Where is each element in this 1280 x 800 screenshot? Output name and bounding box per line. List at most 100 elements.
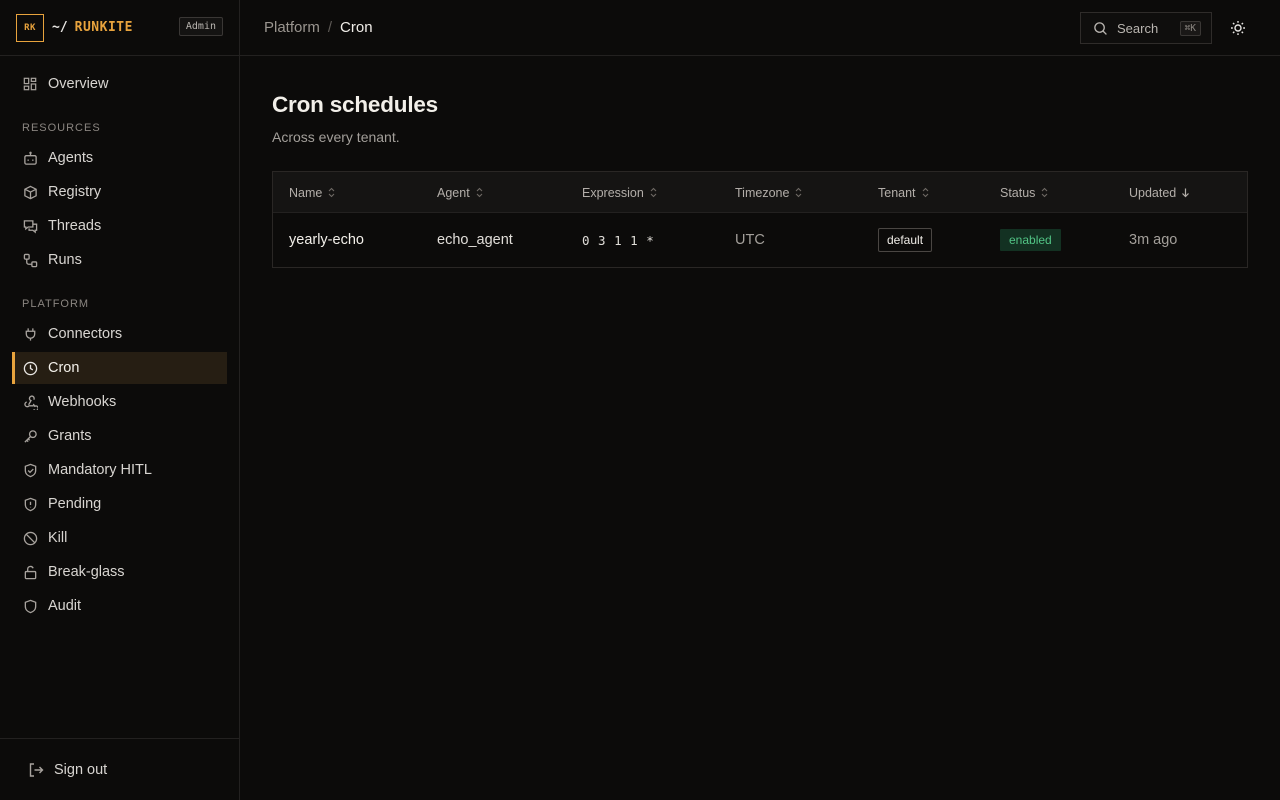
sort-icon	[921, 187, 930, 198]
cell-tenant: default	[878, 213, 933, 267]
section-label-resources: RESOURCES	[22, 122, 101, 134]
cell-updated: 3m ago	[1129, 232, 1178, 248]
sidebar-item-audit[interactable]: Audit	[12, 590, 227, 622]
page-title: Cron schedules	[272, 92, 438, 117]
sidebar-item-connectors[interactable]: Connectors	[12, 318, 227, 350]
table-row[interactable]: yearly-echo echo_agent 0 3 1 1 * UTC def…	[273, 213, 1247, 267]
sidebar-item-label: Pending	[48, 496, 102, 512]
breadcrumb-parent[interactable]: Platform	[264, 19, 320, 36]
topbar: Platform / Cron Search ⌘K	[240, 0, 1280, 56]
sort-icon	[327, 187, 336, 198]
sidebar-item-label: Overview	[48, 76, 109, 92]
sidebar-item-label: Webhooks	[48, 394, 117, 410]
sidebar-item-mandatory-hitl[interactable]: Mandatory HITL	[12, 454, 227, 486]
section-label-platform: PLATFORM	[22, 298, 90, 310]
sidebar-item-kill[interactable]: Kill	[12, 522, 227, 554]
sidebar-nav: Overview RESOURCES Agents Registry Threa…	[0, 56, 239, 622]
sun-icon	[1230, 20, 1246, 36]
webhook-icon	[22, 394, 38, 410]
clock-icon	[22, 360, 38, 376]
sort-icon	[649, 187, 658, 198]
search-icon	[1093, 20, 1109, 36]
column-header-updated[interactable]: Updated	[1129, 172, 1190, 213]
column-label: Agent	[437, 185, 470, 200]
search-shortcut: ⌘K	[1179, 20, 1201, 36]
sidebar-item-label: Agents	[48, 150, 94, 166]
sidebar-item-runs[interactable]: Runs	[12, 244, 227, 276]
column-header-status[interactable]: Status	[1000, 172, 1049, 213]
page-subtitle: Across every tenant.	[272, 129, 400, 145]
sidebar-item-webhooks[interactable]: Webhooks	[12, 386, 227, 418]
cell-timezone: UTC	[735, 232, 765, 248]
column-header-expression[interactable]: Expression	[582, 172, 658, 213]
brand-name[interactable]: RUNKITE	[75, 20, 133, 35]
theme-toggle-button[interactable]	[1228, 18, 1248, 38]
sidebar-item-label: Grants	[48, 428, 92, 444]
cell-name[interactable]: yearly-echo	[289, 213, 364, 267]
sidebar-item-label: Registry	[48, 184, 102, 200]
shield-icon	[22, 598, 38, 614]
column-label: Timezone	[735, 185, 790, 200]
cron-table: Name Agent Expression Timezone Tenant St…	[272, 171, 1248, 268]
sidebar-item-label: Connectors	[48, 326, 123, 342]
sidebar-item-label: Cron	[48, 360, 80, 376]
sign-out-label: Sign out	[54, 761, 108, 778]
column-label: Name	[289, 185, 323, 200]
status-badge: enabled	[1000, 229, 1061, 251]
column-header-timezone[interactable]: Timezone	[735, 172, 803, 213]
sidebar-item-grants[interactable]: Grants	[12, 420, 227, 452]
sort-icon	[794, 187, 803, 198]
sidebar-item-break-glass[interactable]: Break-glass	[12, 556, 227, 588]
sidebar-item-pending[interactable]: Pending	[12, 488, 227, 520]
sidebar: RK ~/ RUNKITE Admin Overview RESOURCES A…	[0, 0, 240, 800]
sidebar-item-label: Kill	[48, 530, 68, 546]
column-label: Tenant	[878, 185, 916, 200]
cell-agent[interactable]: echo_agent	[437, 213, 513, 267]
cell-expression: 0 3 1 1 *	[582, 232, 655, 248]
search-label: Search	[1117, 20, 1159, 36]
brand-prefix: ~/	[52, 20, 68, 35]
sidebar-item-label: Threads	[48, 218, 102, 234]
lock-open-icon	[22, 564, 38, 580]
shield-check-icon	[22, 462, 38, 478]
column-header-tenant[interactable]: Tenant	[878, 172, 930, 213]
breadcrumb-current: Cron	[340, 19, 373, 36]
column-header-agent[interactable]: Agent	[437, 172, 484, 213]
table-header: Name Agent Expression Timezone Tenant St…	[273, 172, 1247, 213]
plug-icon	[22, 326, 38, 342]
overview-grid-icon	[22, 76, 38, 92]
bot-icon	[22, 150, 38, 166]
column-header-name[interactable]: Name	[289, 172, 336, 213]
package-icon	[22, 184, 38, 200]
sidebar-item-threads[interactable]: Threads	[12, 210, 227, 242]
messages-icon	[22, 218, 38, 234]
column-label: Updated	[1129, 185, 1177, 200]
breadcrumb: Platform / Cron	[264, 19, 373, 36]
ban-icon	[22, 530, 38, 546]
brand-logo[interactable]: RK	[16, 13, 44, 42]
sort-icon	[475, 187, 484, 198]
role-badge: Admin	[178, 17, 223, 36]
shield-alert-icon	[22, 496, 38, 512]
sidebar-item-overview[interactable]: Overview	[12, 68, 227, 100]
column-label: Expression	[582, 185, 644, 200]
sidebar-item-agents[interactable]: Agents	[12, 142, 227, 174]
column-label: Status	[1000, 185, 1036, 200]
sidebar-item-registry[interactable]: Registry	[12, 176, 227, 208]
sidebar-item-cron[interactable]: Cron	[12, 352, 227, 384]
brand-header: RK ~/ RUNKITE Admin	[0, 0, 239, 56]
search-button[interactable]: Search ⌘K	[1080, 12, 1212, 44]
key-icon	[22, 428, 38, 444]
sign-out-button[interactable]: Sign out	[0, 738, 239, 800]
tenant-badge: default	[878, 228, 933, 252]
sidebar-item-label: Runs	[48, 252, 82, 268]
sidebar-item-label: Audit	[48, 598, 82, 614]
sidebar-item-label: Break-glass	[48, 564, 125, 580]
sort-icon	[1040, 187, 1049, 198]
cell-status: enabled	[1000, 213, 1061, 267]
main-content: Cron schedules Across every tenant. Name…	[272, 56, 1248, 268]
sidebar-item-label: Mandatory HITL	[48, 462, 152, 478]
sort-desc-icon	[1181, 187, 1190, 198]
log-out-icon	[28, 762, 44, 778]
breadcrumb-separator: /	[327, 19, 333, 36]
